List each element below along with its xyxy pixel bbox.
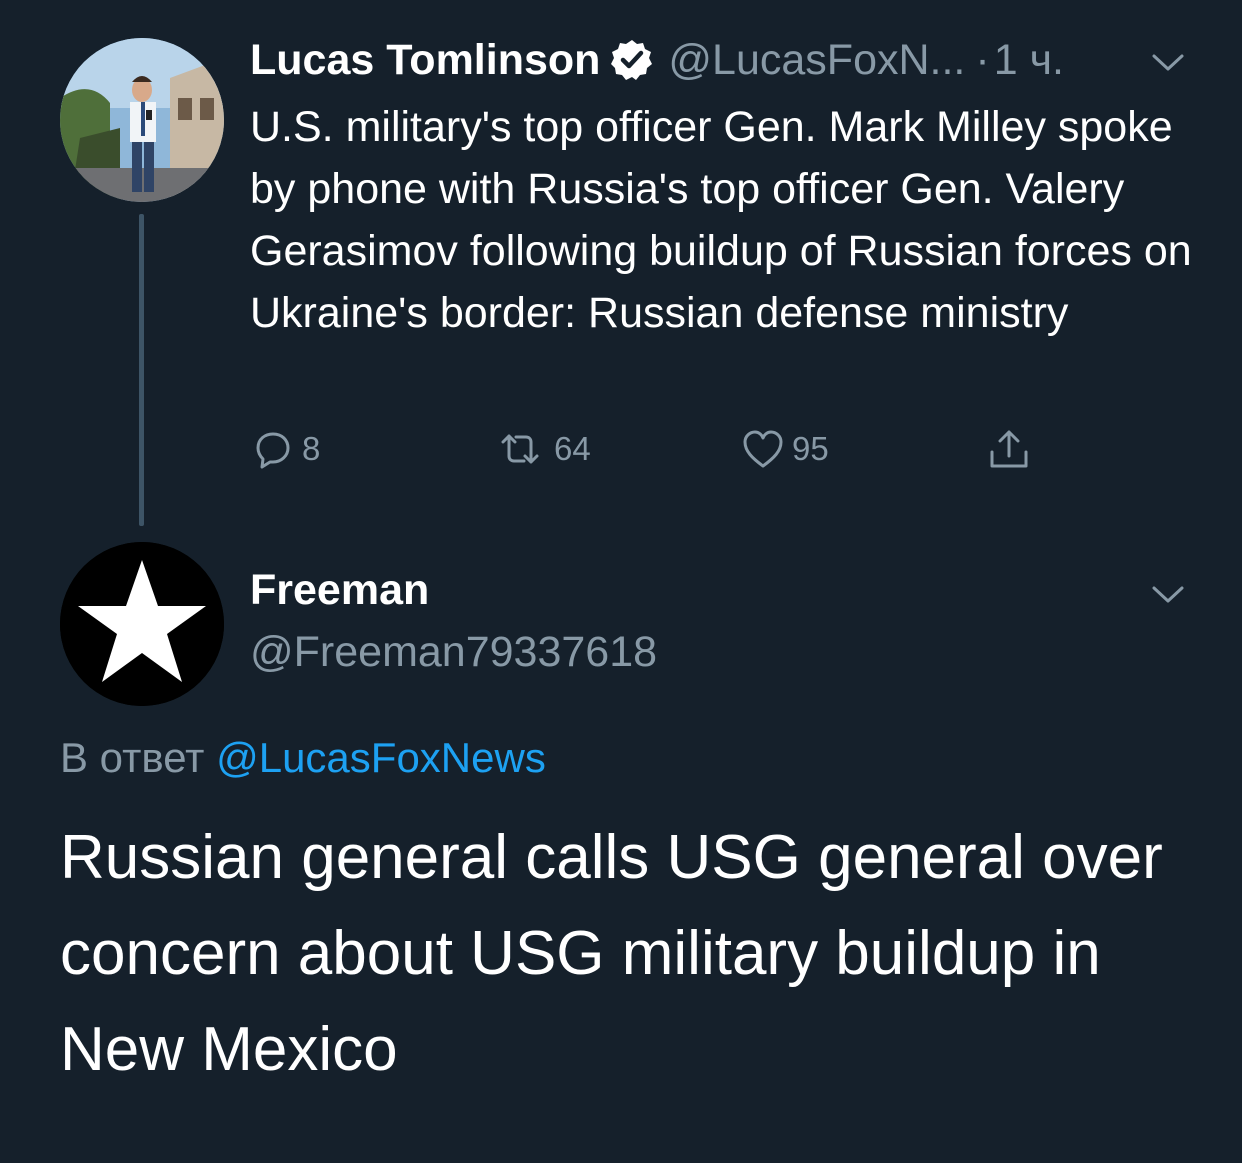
reply-context: В ответ @LucasFoxNews — [60, 734, 546, 782]
reply-button[interactable]: 8 — [250, 424, 320, 474]
parent-author-name[interactable]: Lucas Tomlinson — [250, 36, 600, 85]
retweet-count: 64 — [554, 430, 591, 467]
parent-author-handle[interactable]: @LucasFoxN... — [668, 36, 965, 85]
parent-tweet-header: Lucas Tomlinson @LucasFoxN... · 1 ч. — [250, 30, 1064, 90]
verified-badge-icon — [610, 38, 654, 82]
reply-author-avatar[interactable] — [60, 542, 224, 706]
reply-mention-link[interactable]: @LucasFoxNews — [216, 734, 546, 781]
like-button[interactable]: 95 — [740, 424, 829, 474]
reply-tweet-text: Russian general calls USG general over c… — [60, 823, 1163, 1084]
chevron-down-icon[interactable] — [1148, 582, 1188, 608]
reply-prefix: В ответ — [60, 734, 205, 781]
retweet-icon — [501, 434, 539, 464]
star-icon — [60, 542, 224, 706]
parent-tweet-text: U.S. military's top officer Gen. Mark Mi… — [250, 103, 1192, 337]
reply-author-handle[interactable]: @Freeman79337618 — [250, 628, 657, 677]
reply-icon — [256, 432, 290, 469]
like-icon — [743, 430, 783, 468]
separator-dot: · — [975, 35, 990, 84]
like-count: 95 — [792, 430, 829, 467]
reply-count: 8 — [302, 430, 321, 467]
retweet-button[interactable]: 64 — [492, 424, 591, 474]
chevron-down-icon[interactable] — [1148, 50, 1188, 76]
parent-author-avatar[interactable] — [60, 38, 224, 202]
reply-author-name[interactable]: Freeman — [250, 566, 429, 615]
share-icon — [990, 430, 1028, 468]
thread-connector-line — [139, 214, 144, 526]
share-button[interactable] — [986, 424, 1038, 474]
parent-tweet-time[interactable]: 1 ч. — [994, 36, 1064, 85]
